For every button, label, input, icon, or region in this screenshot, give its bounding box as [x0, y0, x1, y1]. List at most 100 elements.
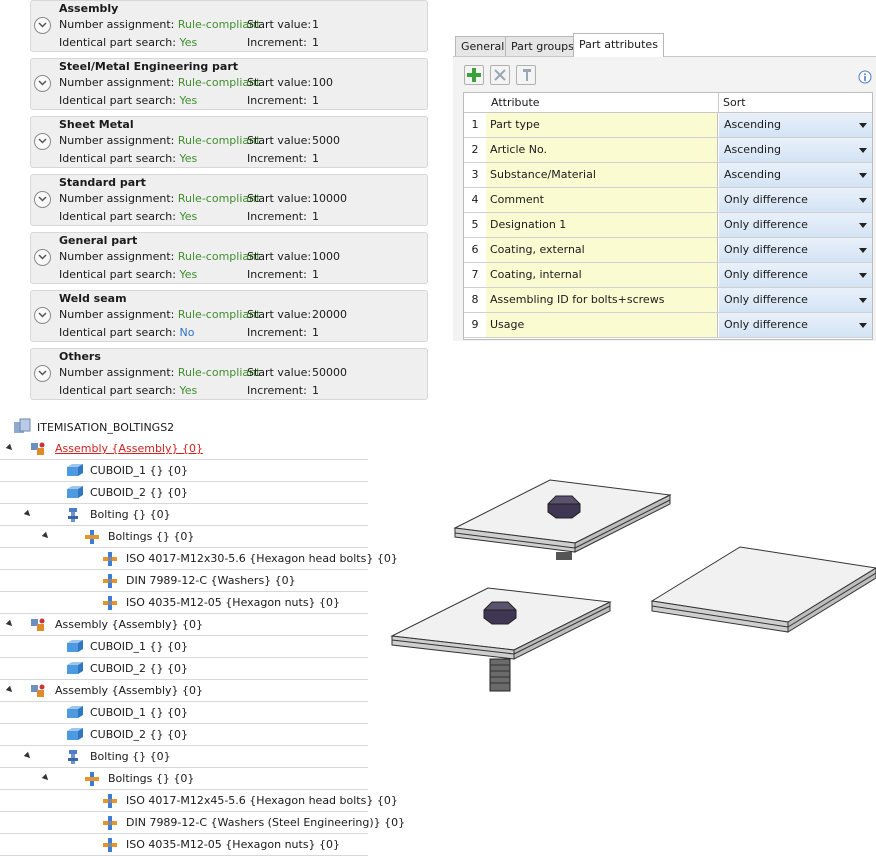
expand-button[interactable]	[34, 17, 51, 34]
sort-select[interactable]: Only difference	[719, 238, 872, 262]
expand-triangle-icon[interactable]	[5, 443, 15, 453]
tree-root-label[interactable]: ITEMISATION_BOLTINGS2	[37, 421, 174, 434]
attribute-cell[interactable]: Coating, internal	[486, 263, 718, 287]
attribute-cell[interactable]: Substance/Material	[486, 163, 718, 187]
dropdown-arrow-icon[interactable]	[859, 323, 867, 328]
sort-select[interactable]: Ascending	[719, 138, 872, 162]
grid-row[interactable]: 4 Comment Only difference	[464, 188, 872, 213]
attribute-cell[interactable]: Article No.	[486, 138, 718, 162]
expand-triangle-icon[interactable]	[23, 751, 33, 761]
grid-row[interactable]: 2 Article No. Ascending	[464, 138, 872, 163]
identical-part-search-value[interactable]: Yes	[179, 152, 197, 165]
start-value[interactable]: 5000	[312, 134, 340, 147]
expand-button[interactable]	[34, 307, 51, 324]
tree-node[interactable]: CUBOID_1 {} {0}	[0, 636, 368, 658]
dropdown-arrow-icon[interactable]	[859, 148, 867, 153]
expand-triangle-icon[interactable]	[41, 531, 51, 541]
start-value[interactable]: 1	[312, 18, 319, 31]
identical-part-search-value[interactable]: Yes	[179, 210, 197, 223]
column-header-sort[interactable]: Sort	[723, 96, 746, 109]
expand-button[interactable]	[34, 133, 51, 150]
grid-row[interactable]: 1 Part type Ascending	[464, 113, 872, 138]
tree-node[interactable]: Boltings {} {0}	[0, 526, 368, 548]
expand-triangle-icon[interactable]	[5, 619, 15, 629]
expand-button[interactable]	[34, 365, 51, 382]
sort-select[interactable]: Ascending	[719, 163, 872, 187]
tree-node[interactable]: Assembly {Assembly} {0}	[0, 614, 368, 636]
attribute-cell[interactable]: Part type	[486, 113, 718, 137]
tree-node[interactable]: CUBOID_1 {} {0}	[0, 460, 368, 482]
sort-select[interactable]: Only difference	[719, 263, 872, 287]
increment-value[interactable]: 1	[312, 384, 319, 397]
delete-button[interactable]	[490, 65, 510, 85]
sort-select[interactable]: Only difference	[719, 213, 872, 237]
increment-value[interactable]: 1	[312, 94, 319, 107]
tree-node[interactable]: Bolting {} {0}	[0, 504, 368, 526]
sort-select[interactable]: Only difference	[719, 188, 872, 212]
tree-node[interactable]: Boltings {} {0}	[0, 768, 368, 790]
attribute-cell[interactable]: Coating, external	[486, 238, 718, 262]
tab-general[interactable]: General	[455, 36, 511, 56]
grid-row[interactable]: 7 Coating, internal Only difference	[464, 263, 872, 288]
tree-node[interactable]: Assembly {Assembly} {0}	[0, 438, 368, 460]
expand-button[interactable]	[34, 249, 51, 266]
add-button[interactable]	[464, 65, 484, 85]
dropdown-arrow-icon[interactable]	[859, 123, 867, 128]
increment-value[interactable]: 1	[312, 152, 319, 165]
identical-part-search-value[interactable]: Yes	[179, 36, 197, 49]
grid-row[interactable]: 6 Coating, external Only difference	[464, 238, 872, 263]
dropdown-arrow-icon[interactable]	[859, 198, 867, 203]
expand-triangle-icon[interactable]	[41, 773, 51, 783]
identical-part-search-value[interactable]: No	[179, 326, 194, 339]
tree-node[interactable]: ISO 4035-M12-05 {Hexagon nuts} {0}	[0, 834, 368, 856]
tree-node[interactable]: DIN 7989-12-C {Washers} {0}	[0, 570, 368, 592]
dropdown-arrow-icon[interactable]	[859, 248, 867, 253]
start-value[interactable]: 1000	[312, 250, 340, 263]
start-value[interactable]: 10000	[312, 192, 347, 205]
tree-node[interactable]: CUBOID_2 {} {0}	[0, 658, 368, 680]
expand-button[interactable]	[34, 75, 51, 92]
column-header-attribute[interactable]: Attribute	[491, 96, 540, 109]
start-value[interactable]: 50000	[312, 366, 347, 379]
expand-button[interactable]	[34, 191, 51, 208]
sort-select[interactable]: Only difference	[719, 288, 872, 312]
dropdown-arrow-icon[interactable]	[859, 173, 867, 178]
attribute-cell[interactable]: Assembling ID for bolts+screws	[486, 288, 718, 312]
identical-part-search-value[interactable]: Yes	[179, 268, 197, 281]
tab-part-attributes[interactable]: Part attributes	[573, 33, 664, 57]
attribute-cell[interactable]: Designation 1	[486, 213, 718, 237]
tree-node[interactable]: ISO 4017-M12x30-5.6 {Hexagon head bolts}…	[0, 548, 398, 570]
expand-triangle-icon[interactable]	[5, 685, 15, 695]
tree-node[interactable]: CUBOID_2 {} {0}	[0, 724, 368, 746]
tree-node[interactable]: ISO 4035-M12-05 {Hexagon nuts} {0}	[0, 592, 368, 614]
increment-value[interactable]: 1	[312, 36, 319, 49]
identical-part-search-value[interactable]: Yes	[179, 94, 197, 107]
increment-value[interactable]: 1	[312, 326, 319, 339]
tree-node[interactable]: Assembly {Assembly} {0}	[0, 680, 368, 702]
increment-value[interactable]: 1	[312, 210, 319, 223]
tree-node[interactable]: Bolting {} {0}	[0, 746, 368, 768]
tree-node[interactable]: CUBOID_2 {} {0}	[0, 482, 368, 504]
tree-node[interactable]: CUBOID_1 {} {0}	[0, 702, 368, 724]
increment-value[interactable]: 1	[312, 268, 319, 281]
sort-select[interactable]: Only difference	[719, 313, 872, 337]
model-viewport[interactable]	[380, 440, 876, 710]
grid-row[interactable]: 9 Usage Only difference	[464, 313, 872, 338]
start-value[interactable]: 100	[312, 76, 333, 89]
grid-row[interactable]: 8 Assembling ID for bolts+screws Only diff…	[464, 288, 872, 313]
grid-row[interactable]: 3 Substance/Material Ascending	[464, 163, 872, 188]
edit-button[interactable]	[516, 65, 536, 85]
tab-part-groups[interactable]: Part groups	[505, 36, 580, 56]
expand-triangle-icon[interactable]	[23, 509, 33, 519]
dropdown-arrow-icon[interactable]	[859, 223, 867, 228]
attribute-cell[interactable]: Usage	[486, 313, 718, 337]
identical-part-search-value[interactable]: Yes	[179, 384, 197, 397]
dropdown-arrow-icon[interactable]	[859, 273, 867, 278]
dropdown-arrow-icon[interactable]	[859, 298, 867, 303]
start-value[interactable]: 20000	[312, 308, 347, 321]
grid-row[interactable]: 5 Designation 1 Only difference	[464, 213, 872, 238]
sort-select[interactable]: Ascending	[719, 113, 872, 137]
info-icon[interactable]	[858, 70, 872, 87]
attribute-cell[interactable]: Comment	[486, 188, 718, 212]
tree-node[interactable]: DIN 7989-12-C {Washers (Steel Engineerin…	[0, 812, 405, 834]
